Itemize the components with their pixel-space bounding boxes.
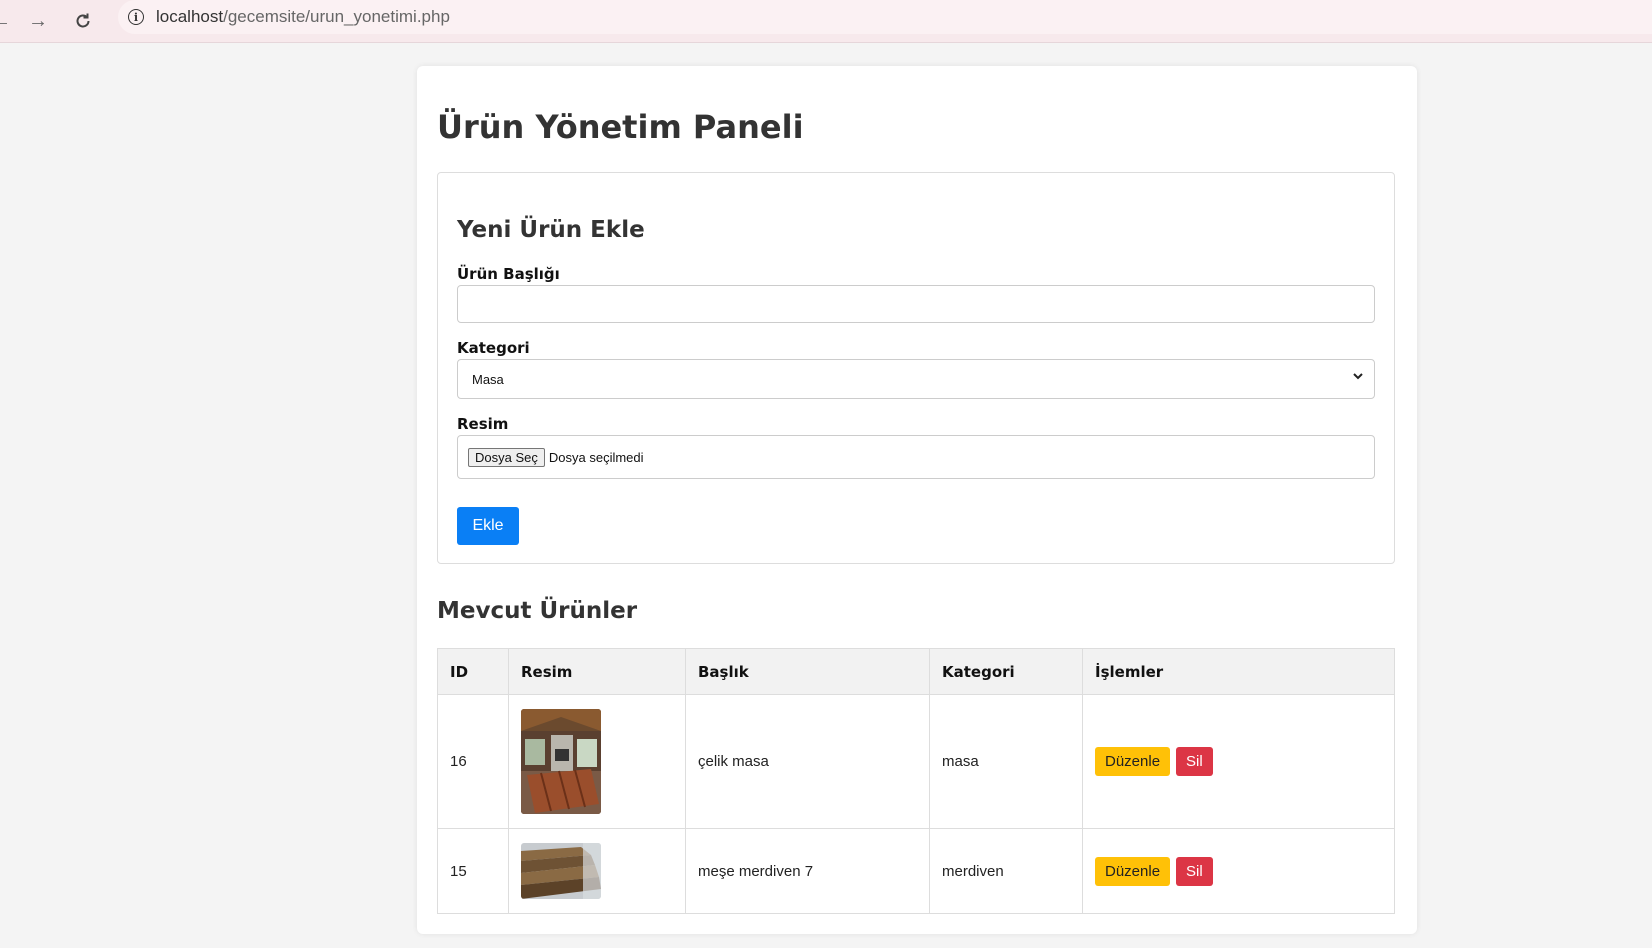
cell-id: 16 (437, 694, 509, 829)
table-row: 15 meşe merdiven 7 merdiven Düzenle Sil (437, 828, 1395, 914)
form-title: Yeni Ürün Ekle (457, 217, 645, 243)
delete-button[interactable]: Sil (1176, 747, 1213, 776)
address-bar[interactable]: i localhost/gecemsite/urun_yonetimi.php (118, 0, 1652, 34)
cell-title: çelik masa (685, 694, 930, 829)
product-list-title: Mevcut Ürünler (437, 598, 638, 624)
product-image (521, 709, 601, 814)
category-select[interactable]: Masa (457, 359, 1375, 399)
edit-button[interactable]: Düzenle (1095, 856, 1171, 886)
add-product-form: Yeni Ürün Ekle Ürün Başlığı Kategori Mas… (437, 172, 1395, 564)
delete-button[interactable]: Sil (1176, 856, 1213, 886)
site-info-icon[interactable]: i (128, 9, 144, 25)
header-category: Kategori (929, 648, 1083, 695)
header-title: Başlık (685, 648, 930, 695)
cell-category: merdiven (929, 828, 1083, 914)
cell-image (508, 828, 686, 914)
product-image (521, 843, 601, 899)
page-title: Ürün Yönetim Paneli (437, 108, 804, 146)
cell-actions: Düzenle Sil (1082, 694, 1395, 829)
product-title-label: Ürün Başlığı (457, 265, 560, 283)
cell-image (508, 694, 686, 829)
cell-id: 15 (437, 828, 509, 914)
add-button[interactable]: Ekle (457, 507, 519, 545)
cell-title: meşe merdiven 7 (685, 828, 930, 914)
forward-icon[interactable]: → (23, 6, 53, 36)
image-label: Resim (457, 415, 509, 433)
admin-panel: Ürün Yönetim Paneli Yeni Ürün Ekle Ürün … (417, 66, 1417, 934)
cell-actions: Düzenle Sil (1082, 828, 1395, 914)
browser-toolbar: ← → i localhost/gecemsite/urun_yonetimi.… (0, 0, 1652, 43)
category-selected-value: Masa (472, 371, 504, 387)
header-image: Resim (508, 648, 686, 695)
chevron-down-icon (1352, 370, 1364, 385)
table-header-row: ID Resim Başlık Kategori İşlemler (437, 648, 1395, 695)
cell-category: masa (929, 694, 1083, 829)
header-actions: İşlemler (1082, 648, 1395, 695)
edit-button[interactable]: Düzenle (1095, 747, 1171, 776)
choose-file-button[interactable]: Dosya Seç (468, 447, 545, 467)
product-title-input[interactable] (457, 285, 1375, 323)
products-table: ID Resim Başlık Kategori İşlemler 16 çel… (437, 648, 1395, 914)
back-icon[interactable]: ← (0, 6, 16, 36)
category-label: Kategori (457, 339, 530, 357)
reload-icon[interactable] (68, 6, 98, 36)
file-status: Dosya seçilmedi (548, 449, 644, 465)
image-file-input[interactable]: Dosya Seç Dosya seçilmedi (457, 435, 1375, 479)
url-text: localhost/gecemsite/urun_yonetimi.php (156, 7, 450, 26)
header-id: ID (437, 648, 509, 695)
table-row: 16 çelik masa masa Düzenle Sil (437, 694, 1395, 829)
